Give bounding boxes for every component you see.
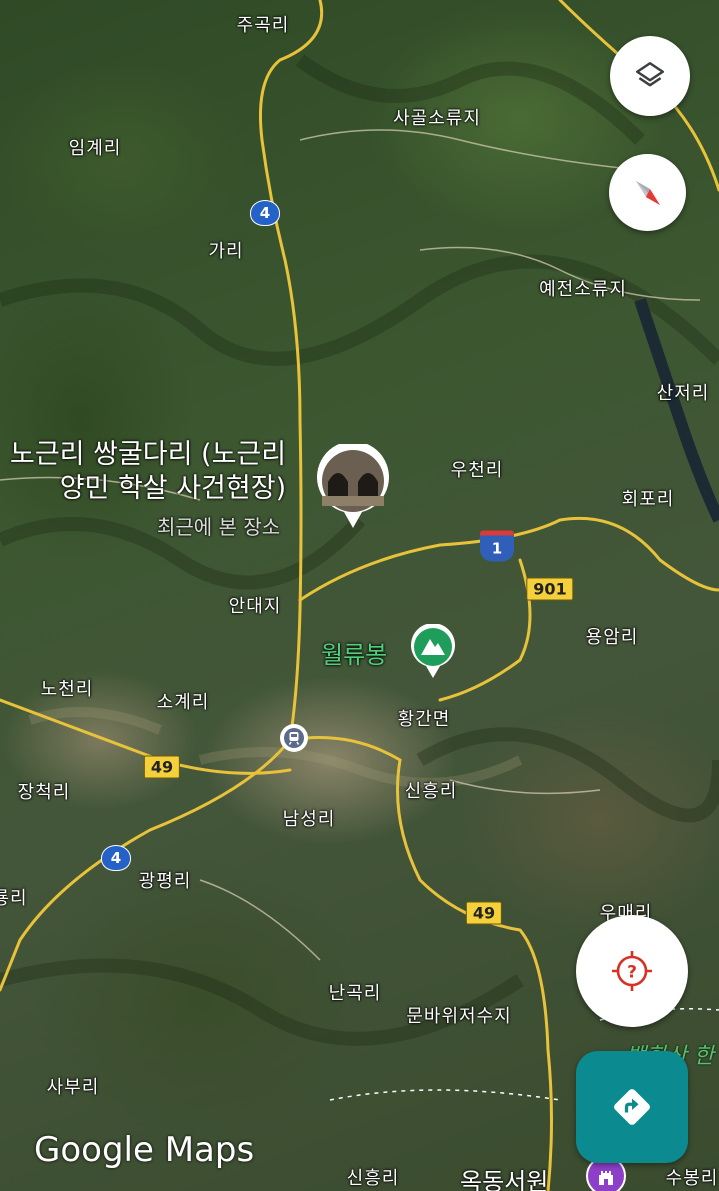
route-shield: 4 bbox=[250, 200, 280, 226]
tunnel-photo-icon bbox=[317, 441, 389, 528]
map-label: 주곡리 bbox=[236, 15, 290, 36]
peak-pin[interactable] bbox=[410, 623, 456, 678]
map-label: 안대지 bbox=[228, 596, 282, 617]
map-label: 노천리 bbox=[40, 679, 94, 700]
route-shield: 901 bbox=[526, 577, 574, 601]
map-label: 소계리 bbox=[156, 692, 210, 713]
place-photo-pin[interactable] bbox=[316, 441, 390, 528]
map-label: 룡리 bbox=[0, 888, 28, 909]
map-label: 가리 bbox=[208, 241, 244, 262]
map-label: 신흥리 bbox=[346, 1168, 400, 1189]
layers-button[interactable] bbox=[610, 36, 690, 116]
map-label: 문바위저수지 bbox=[406, 1006, 512, 1027]
train-station-marker[interactable] bbox=[280, 724, 308, 752]
location-unknown-icon: ? bbox=[612, 951, 652, 991]
selected-place-title-line1: 노근리 쌍굴다리 (노근리 bbox=[10, 439, 287, 470]
svg-text:?: ? bbox=[627, 963, 637, 983]
map-label: 난곡리 bbox=[328, 983, 382, 1004]
mountain-icon bbox=[411, 623, 455, 678]
map-label: 용암리 bbox=[585, 627, 639, 648]
route-shield: 49 bbox=[143, 755, 181, 779]
directions-button[interactable] bbox=[576, 1051, 688, 1163]
route-shield: 4 bbox=[101, 845, 131, 871]
poi-label[interactable]: 옥동서원 bbox=[460, 1162, 548, 1191]
map-label: 수봉리 bbox=[665, 1168, 719, 1189]
peak-label[interactable]: 월류봉 bbox=[321, 635, 387, 670]
route-shield: 49 bbox=[465, 901, 503, 925]
map-label: 신흥리 bbox=[404, 781, 458, 802]
layers-icon bbox=[635, 61, 665, 87]
compass-button[interactable] bbox=[609, 154, 686, 231]
map-label: 우천리 bbox=[450, 460, 504, 481]
map-label: 남성리 bbox=[282, 809, 336, 830]
train-icon bbox=[284, 728, 304, 748]
map-label: 장척리 bbox=[17, 782, 71, 803]
selected-place-title[interactable]: 노근리 쌍굴다리 (노근리 양민 학살 사건현장) bbox=[10, 438, 286, 506]
selected-place-title-line2: 양민 학살 사건현장) bbox=[59, 473, 287, 504]
map-label: 임계리 bbox=[68, 138, 122, 159]
route-shield: 1 bbox=[480, 530, 514, 562]
landmark-icon bbox=[599, 1171, 613, 1185]
google-maps-logo: Google Maps bbox=[34, 1130, 255, 1170]
map-label: 산저리 bbox=[656, 383, 710, 404]
map-label: 사부리 bbox=[46, 1077, 100, 1098]
map-label: 사골소류지 bbox=[393, 108, 481, 129]
satellite-map[interactable]: 주곡리 임계리 사골소류지 가리 예전소류지 산저리 우천리 회포리 안대지 용… bbox=[0, 0, 719, 1191]
map-label: 예전소류지 bbox=[539, 279, 627, 300]
compass-icon bbox=[635, 180, 660, 205]
map-label: 광평리 bbox=[138, 871, 192, 892]
selected-place-subtitle: 최근에 본 장소 bbox=[157, 515, 281, 539]
map-label: 황간면 bbox=[397, 709, 451, 730]
directions-icon bbox=[614, 1089, 650, 1125]
map-label: 회포리 bbox=[621, 489, 675, 510]
my-location-button[interactable]: ? bbox=[576, 915, 688, 1027]
